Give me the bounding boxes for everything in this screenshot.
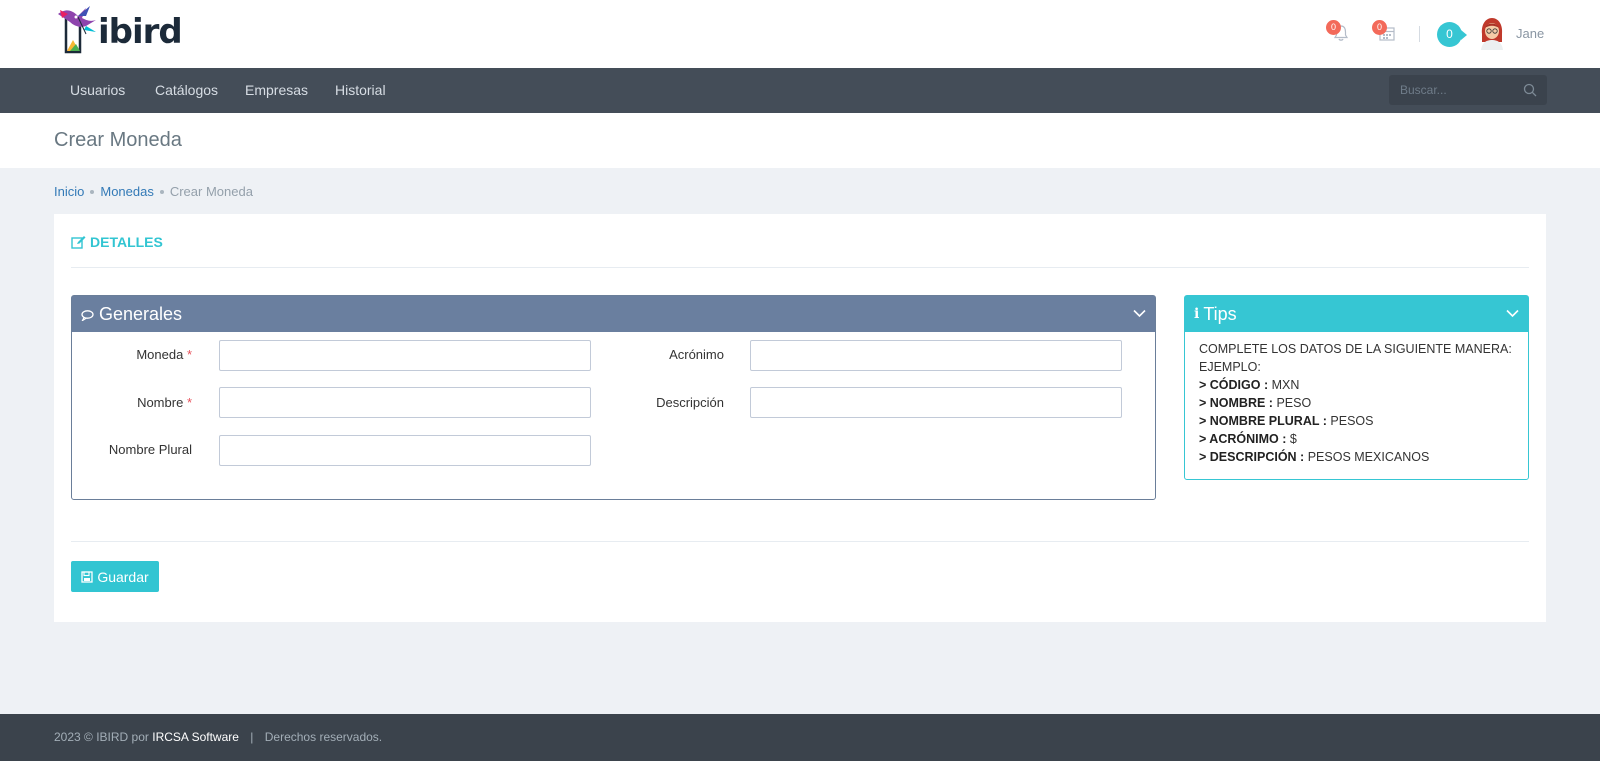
notifications-button[interactable]: 0 [1326,20,1354,46]
moneda-label: Moneda * [112,347,192,362]
user-avatar[interactable] [1477,16,1507,50]
calendar-badge: 0 [1372,20,1387,35]
avatar-icon [1481,18,1503,50]
save-label: Guardar [97,568,149,585]
user-name[interactable]: Jane [1516,26,1544,41]
main-nav: Usuarios Catálogos Empresas Historial [0,68,1600,113]
search-box [1389,75,1547,105]
generales-title: Generales [99,303,183,324]
top-header: ibird 0 0 0 Jane [0,0,1600,68]
tip-line: > NOMBRE : PESO [1199,394,1514,412]
nav-item-usuarios[interactable]: Usuarios [70,68,125,113]
search-input[interactable] [1389,75,1519,105]
nombre-input[interactable] [219,387,591,418]
details-title: DETALLES [90,234,163,250]
chevron-down-icon[interactable] [1133,309,1146,318]
moneda-input[interactable] [219,340,591,371]
page-title-bar: Crear Moneda [0,113,1600,168]
tips-panel: i Tips COMPLETE LOS DATOS DE LA SIGUIENT… [1184,295,1529,480]
tip-value: $ [1289,432,1297,446]
tips-intro: COMPLETE LOS DATOS DE LA SIGUIENTE MANER… [1199,342,1512,356]
moneda-label-text: Moneda [136,347,184,362]
hummingbird-logo-icon [56,4,102,54]
notifications-badge: 0 [1326,20,1341,35]
footer-prefix: 2023 © IBIRD por [54,730,149,744]
tip-key: > DESCRIPCIÓN : [1199,450,1305,464]
tip-line: > DESCRIPCIÓN : PESOS MEXICANOS [1199,448,1514,466]
footer-separator: | [250,730,254,744]
comment-icon [81,310,94,321]
tips-body: COMPLETE LOS DATOS DE LA SIGUIENTE MANER… [1185,332,1528,474]
required-mark: * [186,347,192,362]
logo[interactable]: ibird [56,4,183,54]
nav-item-historial[interactable]: Historial [335,68,386,113]
tip-value: MXN [1271,378,1300,392]
details-card: DETALLES Generales Moneda * Acrónimo Nom… [54,214,1546,622]
divider [71,267,1529,268]
edit-icon [71,235,86,249]
tip-key: > NOMBRE : [1199,396,1273,410]
breadcrumb-separator [90,189,95,194]
tip-key: > ACRÓNIMO : [1199,432,1287,446]
tip-line: > ACRÓNIMO : $ [1199,430,1514,448]
tip-value: PESO [1276,396,1312,410]
calendar-button[interactable]: 0 [1372,20,1400,46]
descripcion-label: Descripción [656,395,724,410]
divider [71,541,1529,542]
tip-value: PESOS MEXICANOS [1307,450,1430,464]
nombre-plural-input[interactable] [219,435,591,466]
acronimo-label: Acrónimo [669,347,724,362]
breadcrumb-inicio[interactable]: Inicio [54,184,84,199]
chevron-down-icon[interactable] [1506,309,1519,318]
floppy-disk-icon [81,570,93,583]
footer: 2023 © IBIRD por IRCSA Software | Derech… [0,714,1600,761]
nav-item-empresas[interactable]: Empresas [245,68,308,113]
breadcrumb-monedas[interactable]: Monedas [100,184,153,199]
breadcrumb-separator [159,189,164,194]
generales-header[interactable]: Generales [72,296,1155,332]
acronimo-input[interactable] [750,340,1122,371]
footer-rights: Derechos reservados. [264,730,383,744]
logo-text: ibird [98,12,183,52]
tip-key: > NOMBRE PLURAL : [1199,414,1327,428]
info-icon: i [1194,306,1200,322]
required-mark: * [186,395,192,410]
nav-item-catalogos[interactable]: Catálogos [155,68,218,113]
header-divider [1419,26,1420,42]
messages-count-button[interactable]: 0 [1437,22,1467,47]
generales-panel: Generales Moneda * Acrónimo Nombre * Des… [71,295,1156,500]
tips-header[interactable]: i Tips [1185,296,1528,332]
nombre-plural-label: Nombre Plural [108,442,192,457]
tip-value: PESOS [1330,414,1374,428]
tip-line: > NOMBRE PLURAL : PESOS [1199,412,1514,430]
save-button[interactable]: Guardar [71,561,159,592]
search-icon[interactable] [1523,83,1537,97]
breadcrumb: Inicio Monedas Crear Moneda [54,184,253,199]
nombre-label: Nombre * [112,395,192,410]
tips-example-label: EJEMPLO: [1199,360,1261,374]
details-heading: DETALLES [71,234,163,250]
nombre-label-text: Nombre [137,395,184,410]
breadcrumb-current: Crear Moneda [169,184,253,199]
footer-brand-link[interactable]: IRCSA Software [152,730,239,744]
tips-title: Tips [1203,303,1237,324]
tip-key: > CÓDIGO : [1199,378,1269,392]
page-title: Crear Moneda [54,129,182,151]
tip-line: > CÓDIGO : MXN [1199,376,1514,394]
descripcion-input[interactable] [750,387,1122,418]
